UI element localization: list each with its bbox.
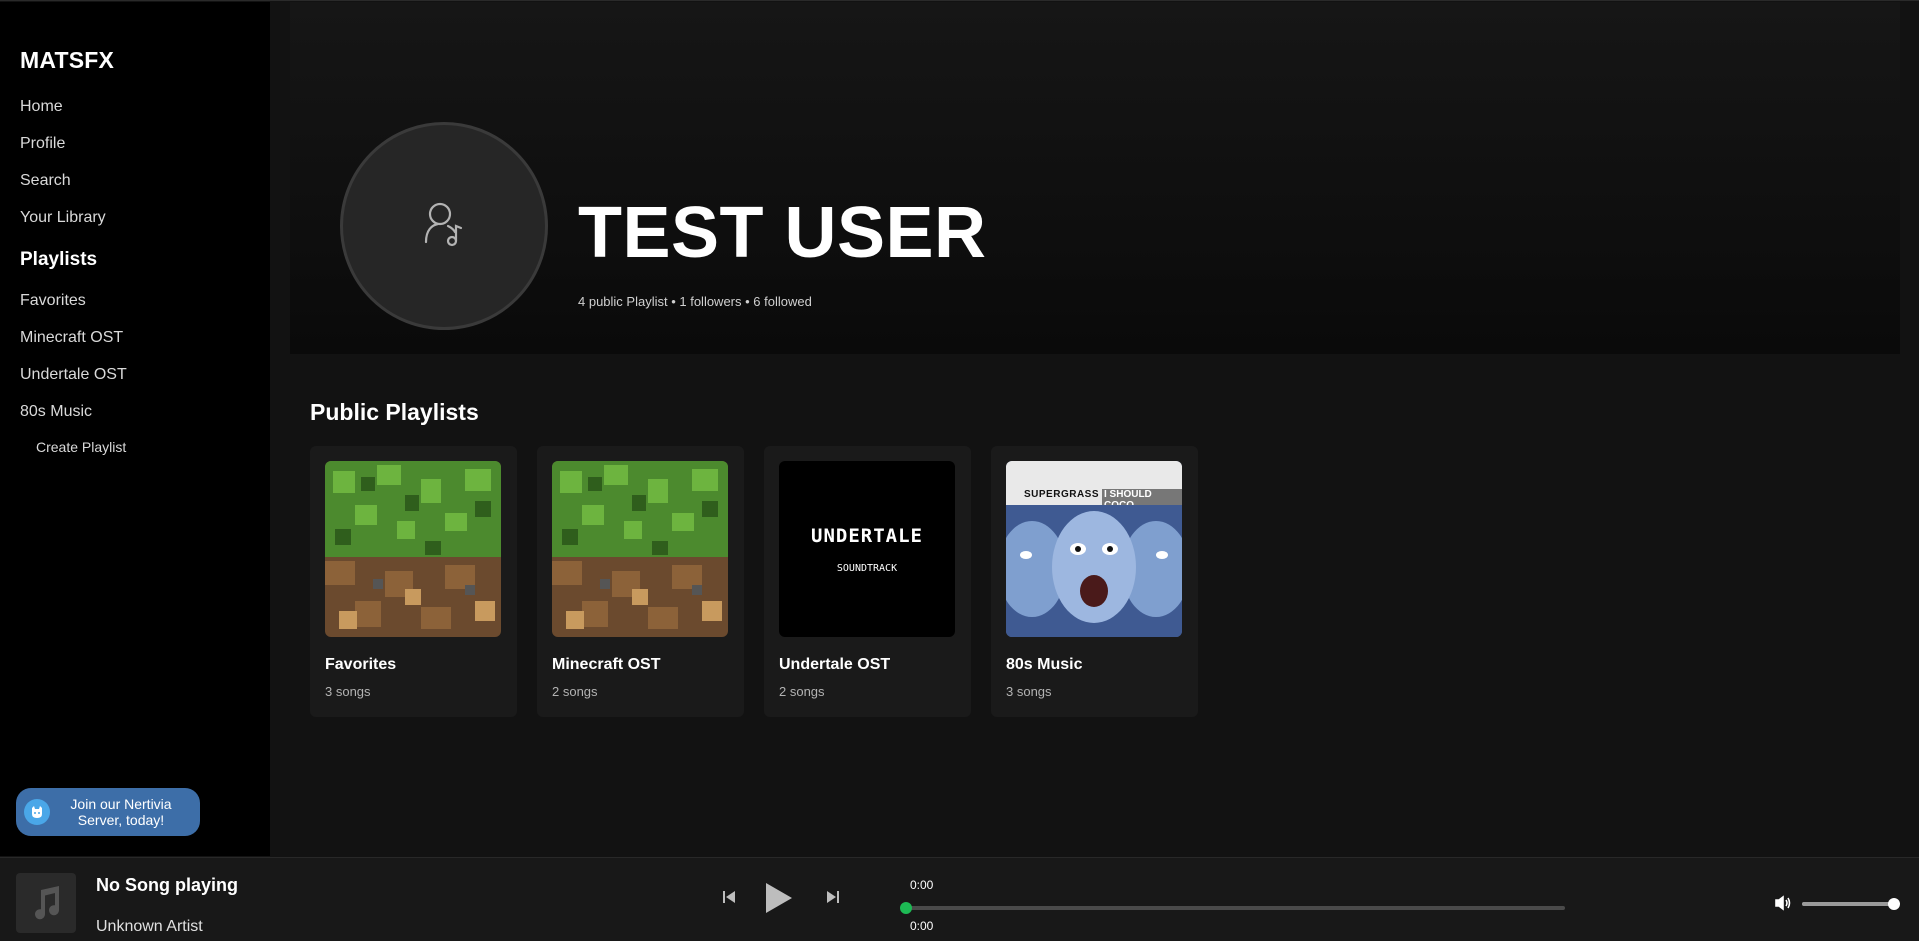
profile-name: TEST USER	[578, 193, 987, 273]
current-time: 0:00	[910, 878, 934, 892]
sidebar: MATSFX Home Profile Search Your Library …	[0, 2, 270, 856]
nertivia-icon	[24, 799, 50, 825]
playlist-card-count: 3 songs	[1006, 684, 1052, 699]
playlist-card-minecraft-ost[interactable]: Minecraft OST 2 songs	[537, 446, 744, 717]
player-bar: No Song playing Unknown Artist 0:00 0:00	[0, 857, 1919, 941]
volume-button[interactable]	[1773, 893, 1793, 913]
nav-home[interactable]: Home	[20, 98, 63, 116]
supergrass-cover: SUPERGRASS I SHOULD COCO	[1006, 461, 1182, 637]
playlist-card-count: 2 songs	[779, 684, 825, 699]
join-line-1: Join our Nertivia	[70, 796, 172, 812]
volume-slider[interactable]	[1802, 898, 1900, 910]
music-note-icon	[35, 886, 60, 920]
now-playing-artwork	[16, 873, 76, 933]
progress-handle[interactable]	[900, 902, 912, 914]
volume-handle[interactable]	[1888, 898, 1900, 910]
sidebar-playlist-favorites[interactable]: Favorites	[20, 292, 86, 310]
previous-button[interactable]	[720, 888, 738, 906]
playlist-card-count: 2 songs	[552, 684, 598, 699]
join-nertivia-button[interactable]: Join our Nertivia Server, today!	[16, 788, 200, 836]
volume-icon	[1775, 895, 1791, 911]
minecraft-cover	[325, 461, 501, 637]
sidebar-playlist-minecraft-ost[interactable]: Minecraft OST	[20, 329, 123, 347]
supergrass-cover-title: SUPERGRASS	[1024, 489, 1100, 500]
skip-next-icon	[827, 891, 839, 903]
playlist-card-name: Undertale OST	[779, 656, 891, 673]
nav-your-library[interactable]: Your Library	[20, 209, 106, 227]
main-content: TEST USER 4 public Playlist • 1 follower…	[270, 2, 1919, 856]
playlist-card-count: 3 songs	[325, 684, 371, 699]
profile-stats: 4 public Playlist • 1 followers • 6 foll…	[578, 294, 812, 309]
now-playing-artist: Unknown Artist	[96, 918, 203, 935]
play-icon	[766, 883, 792, 913]
playlists-heading: Playlists	[20, 249, 98, 270]
play-button[interactable]	[762, 880, 796, 916]
undertale-cover: UNDERTALE SOUNDTRACK	[779, 461, 955, 637]
duration-time: 0:00	[910, 919, 934, 933]
public-playlists-title: Public Playlists	[310, 399, 479, 425]
volume-fill	[1802, 902, 1894, 906]
skip-previous-icon	[723, 891, 735, 903]
minecraft-cover	[552, 461, 728, 637]
nav-profile[interactable]: Profile	[20, 135, 65, 153]
create-playlist-button[interactable]: Create Playlist	[36, 439, 126, 455]
join-nertivia-label: Join our Nertivia Server, today!	[50, 796, 200, 828]
app-root: MATSFX Home Profile Search Your Library …	[0, 0, 1919, 941]
profile-avatar	[340, 122, 548, 330]
playlist-card-undertale-ost[interactable]: UNDERTALE SOUNDTRACK Undertale OST 2 son…	[764, 446, 971, 717]
undertale-cover-subtitle: SOUNDTRACK	[836, 562, 898, 574]
playlist-card-name: Minecraft OST	[552, 656, 661, 673]
now-playing-title: No Song playing	[96, 875, 238, 895]
next-button[interactable]	[824, 888, 842, 906]
sidebar-playlist-undertale-ost[interactable]: Undertale OST	[20, 366, 127, 384]
sidebar-playlist-80s-music[interactable]: 80s Music	[20, 403, 92, 421]
progress-bar[interactable]	[900, 902, 1565, 914]
playlist-card-name: 80s Music	[1006, 656, 1083, 673]
undertale-cover-title: UNDERTALE	[811, 524, 923, 547]
playlist-card-name: Favorites	[325, 656, 397, 673]
join-line-2: Server, today!	[77, 812, 165, 828]
playlist-card-80s-music[interactable]: SUPERGRASS I SHOULD COCO 80s Music 3 son…	[991, 446, 1198, 717]
playlist-card-favorites[interactable]: Favorites 3 songs	[310, 446, 517, 717]
nav-search[interactable]: Search	[20, 172, 71, 190]
profile-header: TEST USER 4 public Playlist • 1 follower…	[290, 2, 1900, 354]
brand-logo[interactable]: MATSFX	[20, 47, 114, 74]
user-music-icon	[424, 202, 463, 247]
